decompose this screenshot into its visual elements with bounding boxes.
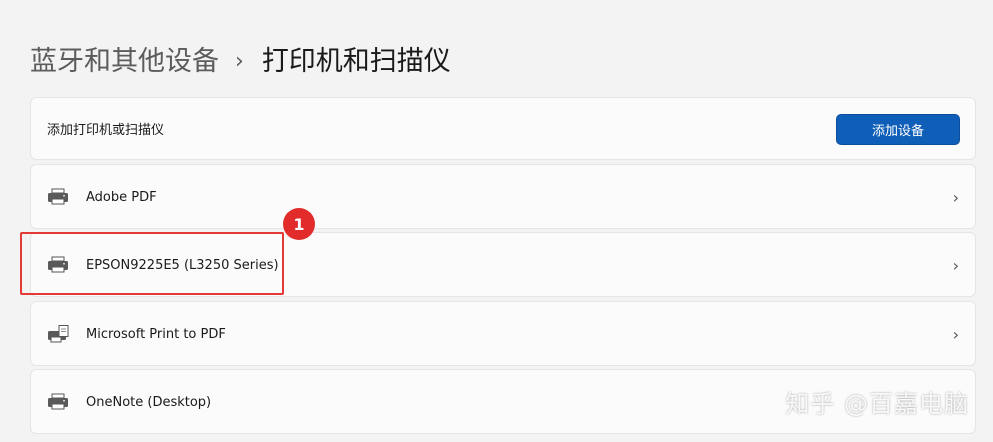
add-device-button[interactable]: 添加设备 [836, 114, 960, 145]
printer-item-adobe-pdf[interactable]: Adobe PDF › [30, 164, 976, 229]
chevron-right-icon: › [952, 188, 959, 207]
printer-name: OneNote (Desktop) [86, 395, 212, 410]
printer-name: EPSON9225E5 (L3250 Series) [86, 258, 279, 273]
step-badge: 1 [283, 208, 315, 240]
breadcrumb: 蓝牙和其他设备 › 打印机和扫描仪 [30, 42, 451, 82]
chevron-right-icon: › [952, 256, 959, 275]
add-printer-label: 添加打印机或扫描仪 [47, 123, 165, 138]
printer-item-epson[interactable]: EPSON9225E5 (L3250 Series) › [30, 232, 976, 297]
printer-icon [48, 256, 68, 273]
page-title: 打印机和扫描仪 [261, 46, 451, 77]
add-printer-card: 添加打印机或扫描仪 添加设备 [30, 97, 976, 160]
watermark: 知乎 @百嘉电脑 [785, 390, 969, 418]
printer-icon [48, 393, 68, 410]
printer-name: Microsoft Print to PDF [86, 327, 226, 342]
printer-name: Adobe PDF [86, 190, 157, 205]
breadcrumb-parent-link[interactable]: 蓝牙和其他设备 [30, 42, 219, 82]
printer-document-icon [48, 325, 69, 343]
printer-icon [48, 188, 68, 205]
printer-item-microsoft-print-to-pdf[interactable]: Microsoft Print to PDF › [30, 301, 976, 366]
chevron-right-icon: › [952, 325, 959, 344]
breadcrumb-separator: › [235, 49, 244, 74]
